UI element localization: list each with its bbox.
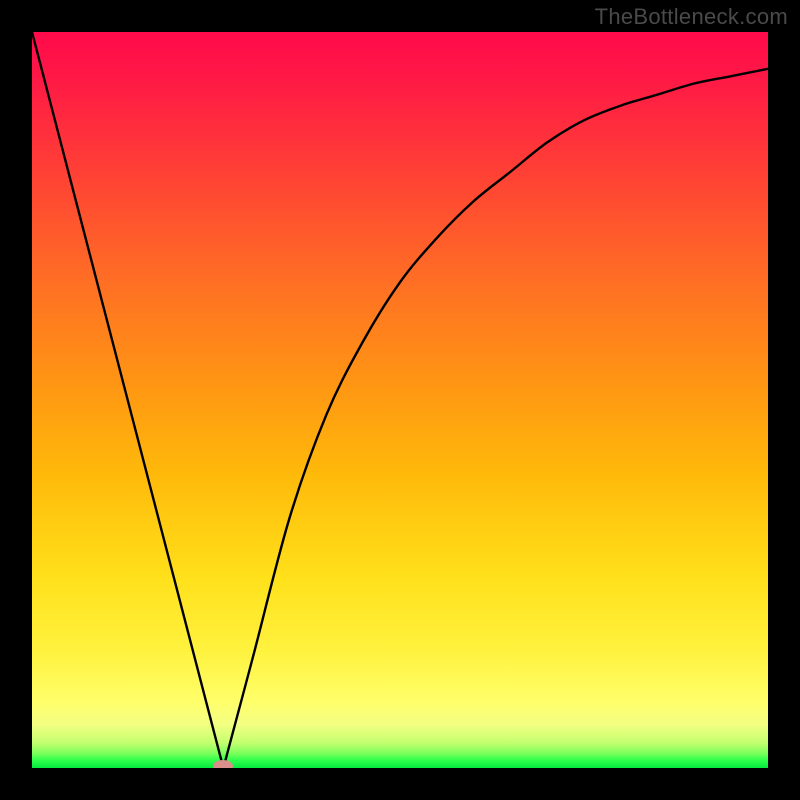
plot-area — [32, 32, 768, 768]
curve-path — [32, 32, 768, 768]
watermark-text: TheBottleneck.com — [595, 4, 788, 30]
chart-frame: TheBottleneck.com — [0, 0, 800, 800]
minimum-marker — [213, 760, 233, 768]
bottleneck-curve — [32, 32, 768, 768]
